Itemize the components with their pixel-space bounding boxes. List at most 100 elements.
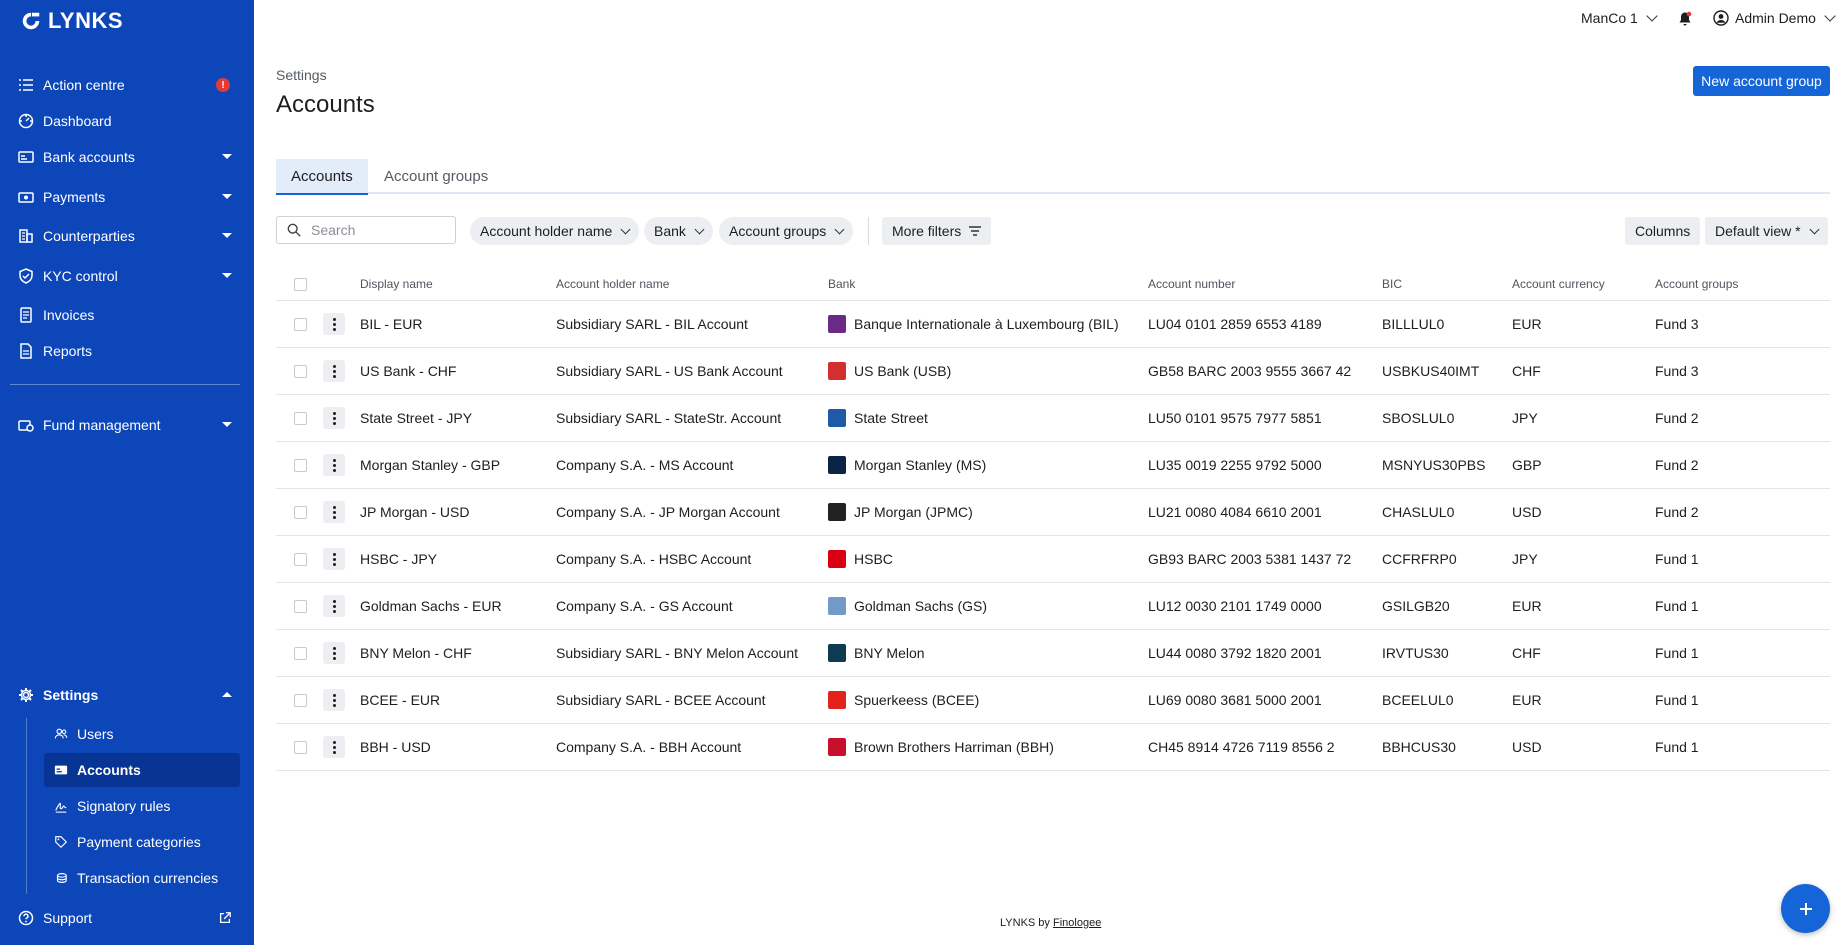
row-checkbox[interactable] bbox=[294, 317, 307, 331]
cell-bank: Brown Brothers Harriman (BBH) bbox=[828, 724, 1054, 770]
col-bank[interactable]: Bank bbox=[828, 268, 855, 300]
sidebar-subitem-signatory-rules[interactable]: Signatory rules bbox=[44, 789, 240, 823]
filter-label: Bank bbox=[654, 223, 686, 239]
cell-bic: BCEELUL0 bbox=[1382, 692, 1454, 708]
col-account-groups[interactable]: Account groups bbox=[1655, 268, 1738, 300]
sidebar-subitem-transaction-currencies[interactable]: Transaction currencies bbox=[44, 861, 240, 895]
row-select-cell bbox=[294, 630, 307, 676]
filter-account-groups[interactable]: Account groups bbox=[719, 217, 854, 245]
finologee-link[interactable]: Finologee bbox=[1053, 917, 1101, 929]
table-row[interactable]: Morgan Stanley - GBP Company S.A. - MS Ac… bbox=[276, 442, 1830, 489]
user-menu[interactable]: Admin Demo bbox=[1713, 10, 1836, 26]
columns-button[interactable]: Columns bbox=[1625, 217, 1701, 245]
filter-separator bbox=[868, 217, 869, 245]
cell-account-number: LU21 0080 4084 6610 2001 bbox=[1148, 504, 1322, 520]
row-actions-button[interactable] bbox=[323, 407, 345, 429]
bank-logo-icon bbox=[828, 362, 846, 380]
table-row[interactable]: US Bank - CHF Subsidiary SARL - US Bank A… bbox=[276, 348, 1830, 395]
row-actions-button[interactable] bbox=[323, 360, 345, 382]
sidebar-item-kyc-control[interactable]: KYC control bbox=[0, 260, 254, 292]
sidebar-item-label: Settings bbox=[43, 687, 99, 703]
entity-selector[interactable]: ManCo 1 bbox=[1581, 10, 1658, 26]
sidebar-subitem-label: Users bbox=[77, 726, 114, 742]
row-actions-button[interactable] bbox=[323, 689, 345, 711]
search-box[interactable] bbox=[276, 216, 456, 244]
sidebar-item-support[interactable]: Support bbox=[0, 902, 254, 934]
table-row[interactable]: Goldman Sachs - EUR Company S.A. - GS Acc… bbox=[276, 583, 1830, 630]
cell-account-currency: EUR bbox=[1512, 692, 1542, 708]
row-checkbox[interactable] bbox=[294, 646, 307, 660]
col-account-holder-name[interactable]: Account holder name bbox=[556, 268, 669, 300]
sidebar-item-action-centre[interactable]: Action centre ! bbox=[0, 69, 254, 101]
table-row[interactable]: JP Morgan - USD Company S.A. - JP Morgan … bbox=[276, 489, 1830, 536]
col-account-currency[interactable]: Account currency bbox=[1512, 268, 1605, 300]
tab-account-groups[interactable]: Account groups bbox=[384, 159, 488, 194]
row-actions-button[interactable] bbox=[323, 548, 345, 570]
table-row[interactable]: BIL - EUR Subsidiary SARL - BIL Account LU… bbox=[276, 301, 1830, 348]
search-input[interactable] bbox=[311, 222, 441, 238]
table-row[interactable]: BNY Melon - CHF Subsidiary SARL - BNY Mel… bbox=[276, 630, 1830, 677]
col-account-number[interactable]: Account number bbox=[1148, 268, 1235, 300]
row-actions-button[interactable] bbox=[323, 313, 345, 335]
sidebar-item-fund-management[interactable]: Fund management bbox=[0, 409, 254, 441]
row-actions-button[interactable] bbox=[323, 454, 345, 476]
row-checkbox[interactable] bbox=[294, 599, 307, 613]
notifications-button[interactable] bbox=[1677, 11, 1693, 27]
add-fab-button[interactable] bbox=[1781, 884, 1830, 933]
row-checkbox[interactable] bbox=[294, 411, 307, 425]
sidebar-item-counterparties[interactable]: Counterparties bbox=[0, 220, 254, 252]
cell-account-holder-name: Company S.A. - BBH Account bbox=[556, 739, 742, 755]
settings-subnav-line bbox=[26, 718, 27, 894]
cell-bank: JP Morgan (JPMC) bbox=[828, 489, 973, 535]
breadcrumb[interactable]: Settings bbox=[276, 67, 327, 83]
table-row[interactable]: State Street - JPY Subsidiary SARL - Stat… bbox=[276, 395, 1830, 442]
sidebar-item-bank-accounts[interactable]: Bank accounts bbox=[0, 141, 254, 173]
sidebar-item-dashboard[interactable]: Dashboard bbox=[0, 105, 254, 137]
table-row[interactable]: BCEE - EUR Subsidiary SARL - BCEE Account… bbox=[276, 677, 1830, 724]
row-actions-button[interactable] bbox=[323, 642, 345, 664]
tab-accounts[interactable]: Accounts bbox=[276, 159, 368, 195]
sidebar-subitem-accounts[interactable]: Accounts bbox=[44, 753, 240, 787]
cell-display-name: BNY Melon - CHF bbox=[360, 645, 472, 661]
cell-account-groups: Fund 2 bbox=[1655, 457, 1699, 473]
row-actions-button[interactable] bbox=[323, 736, 345, 758]
filter-bank[interactable]: Bank bbox=[644, 217, 713, 245]
sidebar-item-label: Payments bbox=[43, 189, 106, 205]
more-filters-label: More filters bbox=[892, 223, 962, 239]
row-checkbox[interactable] bbox=[294, 505, 307, 519]
table-row[interactable]: HSBC - JPY Company S.A. - HSBC Account GB9… bbox=[276, 536, 1830, 583]
app-logo[interactable]: LYNKS bbox=[20, 8, 123, 34]
cell-account-number: LU04 0101 2859 6553 4189 bbox=[1148, 316, 1322, 332]
sidebar-item-reports[interactable]: Reports bbox=[0, 335, 254, 367]
cell-account-number: LU44 0080 3792 1820 2001 bbox=[1148, 645, 1322, 661]
sidebar-item-settings[interactable]: Settings bbox=[0, 679, 254, 711]
cell-bic: CCFRFRP0 bbox=[1382, 551, 1457, 567]
row-checkbox[interactable] bbox=[294, 458, 307, 472]
view-label: Default view * bbox=[1715, 223, 1801, 239]
col-bic[interactable]: BIC bbox=[1382, 268, 1402, 300]
select-all-checkbox[interactable] bbox=[294, 277, 307, 291]
sidebar-item-payments[interactable]: Payments bbox=[0, 181, 254, 213]
row-actions-button[interactable] bbox=[323, 501, 345, 523]
bank-card-icon bbox=[18, 149, 34, 165]
sidebar-subitem-payment-categories[interactable]: Payment categories bbox=[44, 825, 240, 859]
row-actions-button[interactable] bbox=[323, 595, 345, 617]
table-row[interactable]: BBH - USD Company S.A. - BBH Account CH45 … bbox=[276, 724, 1830, 771]
filter-account-holder-name[interactable]: Account holder name bbox=[470, 217, 640, 245]
row-checkbox[interactable] bbox=[294, 552, 307, 566]
cell-account-currency: JPY bbox=[1512, 410, 1538, 426]
sidebar-item-label: Dashboard bbox=[43, 113, 112, 129]
cell-account-currency: CHF bbox=[1512, 645, 1541, 661]
view-selector[interactable]: Default view * bbox=[1705, 217, 1828, 245]
sidebar-item-invoices[interactable]: Invoices bbox=[0, 299, 254, 331]
row-checkbox[interactable] bbox=[294, 693, 307, 707]
col-display-name[interactable]: Display name bbox=[360, 268, 433, 300]
cell-account-number: GB93 BARC 2003 5381 1437 72 bbox=[1148, 551, 1352, 567]
row-select-cell bbox=[294, 536, 307, 582]
row-checkbox[interactable] bbox=[294, 364, 307, 378]
row-checkbox[interactable] bbox=[294, 740, 307, 754]
new-account-group-button[interactable]: New account group bbox=[1693, 66, 1830, 96]
more-filters-button[interactable]: More filters bbox=[882, 217, 992, 245]
sidebar-subitem-users[interactable]: Users bbox=[44, 717, 240, 751]
gear-icon bbox=[18, 687, 34, 703]
